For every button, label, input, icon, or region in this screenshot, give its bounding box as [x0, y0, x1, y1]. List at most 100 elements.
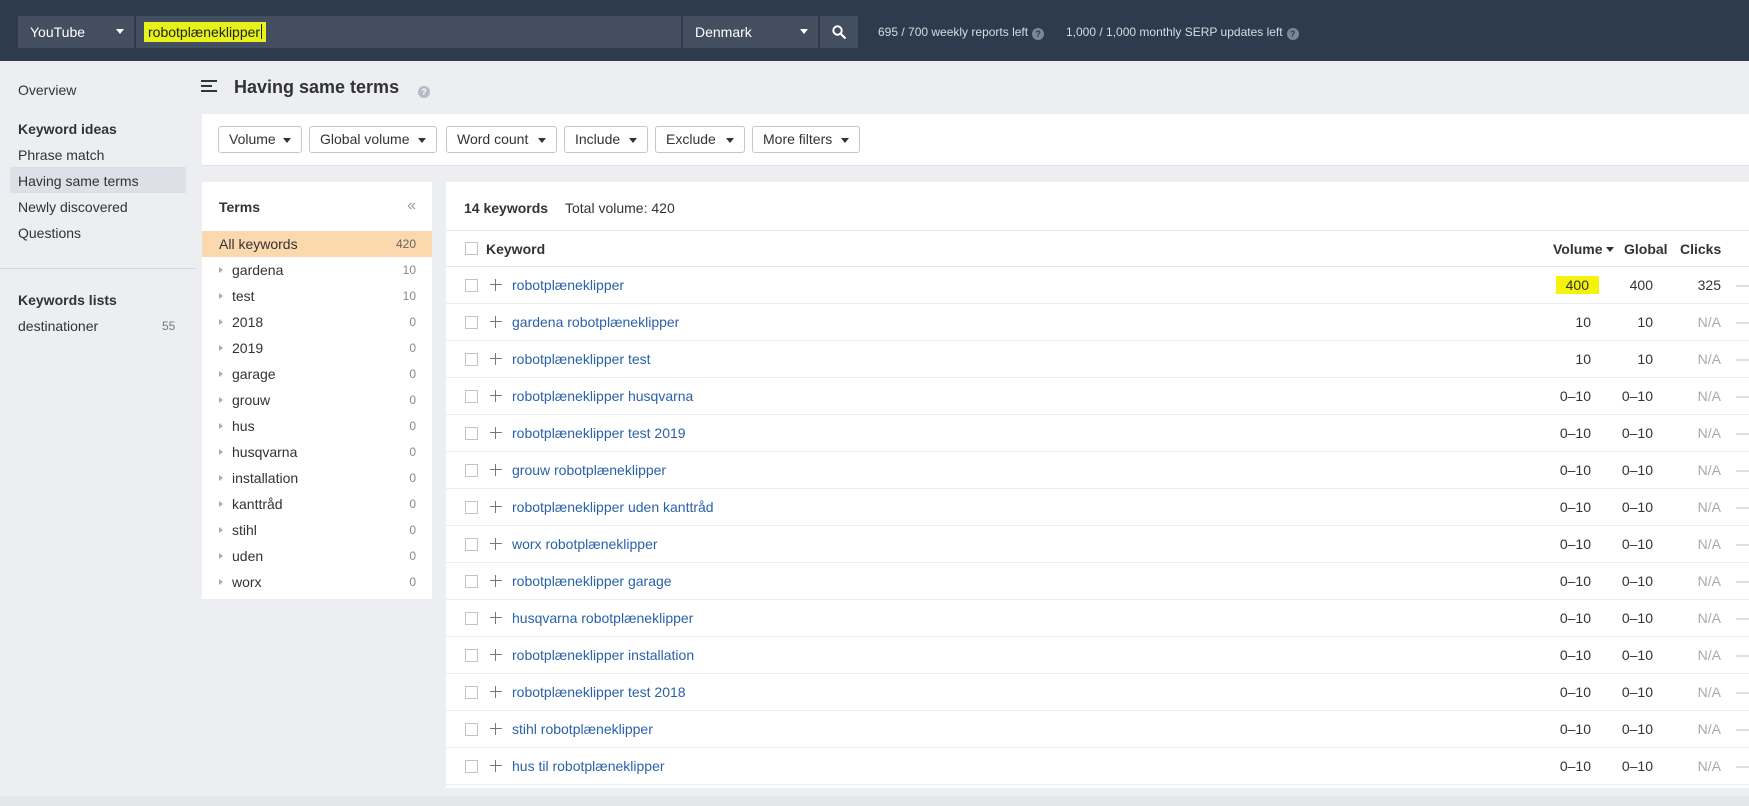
add-to-list-icon[interactable]: [490, 427, 502, 439]
filter-word-count-button[interactable]: Word count: [446, 126, 557, 153]
expand-arrow-icon[interactable]: [219, 293, 223, 299]
keyword-link[interactable]: robotplæneklipper test: [512, 351, 651, 367]
title-help[interactable]: ?: [414, 81, 430, 98]
expand-arrow-icon[interactable]: [219, 319, 223, 325]
term-row[interactable]: 2019 0: [202, 335, 432, 361]
expand-arrow-icon[interactable]: [219, 501, 223, 507]
filter-more-filters-button[interactable]: More filters: [752, 126, 860, 153]
expand-arrow-icon[interactable]: [219, 397, 223, 403]
country-select[interactable]: Denmark: [683, 16, 818, 48]
expand-arrow-icon[interactable]: [219, 553, 223, 559]
add-to-list-icon[interactable]: [490, 760, 502, 772]
expand-arrow-icon[interactable]: [219, 345, 223, 351]
source-select[interactable]: YouTube: [18, 16, 134, 48]
term-count: 0: [409, 315, 416, 329]
nav-list-destinationer[interactable]: destinationer: [18, 317, 98, 335]
term-row[interactable]: kanttråd 0: [202, 491, 432, 517]
row-checkbox[interactable]: [465, 316, 478, 329]
term-row[interactable]: husqvarna 0: [202, 439, 432, 465]
add-to-list-icon[interactable]: [490, 390, 502, 402]
collapse-icon[interactable]: «: [407, 197, 416, 215]
filter-include-button[interactable]: Include: [564, 126, 648, 153]
term-row[interactable]: stihl 0: [202, 517, 432, 543]
row-checkbox[interactable]: [465, 390, 478, 403]
nav-item-having-same-terms[interactable]: Having same terms: [18, 172, 139, 190]
filter-volume-button[interactable]: Volume: [218, 126, 302, 153]
expand-arrow-icon[interactable]: [219, 527, 223, 533]
term-row[interactable]: uden 0: [202, 543, 432, 569]
nav-overview[interactable]: Overview: [18, 81, 76, 99]
keyword-link[interactable]: gardena robotplæneklipper: [512, 314, 679, 330]
add-to-list-icon[interactable]: [490, 279, 502, 291]
row-checkbox[interactable]: [465, 723, 478, 736]
add-to-list-icon[interactable]: [490, 686, 502, 698]
row-overflow-indicator: [1736, 470, 1749, 472]
row-checkbox[interactable]: [465, 427, 478, 440]
row-checkbox[interactable]: [465, 649, 478, 662]
keyword-link[interactable]: robotplæneklipper uden kanttråd: [512, 499, 714, 515]
add-to-list-icon[interactable]: [490, 501, 502, 513]
expand-arrow-icon[interactable]: [219, 423, 223, 429]
help-icon[interactable]: ?: [1032, 28, 1045, 40]
term-row[interactable]: hus 0: [202, 413, 432, 439]
row-checkbox[interactable]: [465, 538, 478, 551]
row-checkbox[interactable]: [465, 575, 478, 588]
add-to-list-icon[interactable]: [490, 538, 502, 550]
term-row[interactable]: installation 0: [202, 465, 432, 491]
nav-item-phrase-match[interactable]: Phrase match: [18, 146, 104, 164]
filter-exclude-button[interactable]: Exclude: [655, 126, 745, 153]
keyword-link[interactable]: robotplæneklipper test 2018: [512, 684, 686, 700]
keyword-link[interactable]: worx robotplæneklipper: [512, 536, 658, 552]
search-input[interactable]: robotplæneklipper: [136, 16, 681, 48]
select-all-checkbox[interactable]: [465, 242, 478, 255]
nav-item-questions[interactable]: Questions: [18, 224, 81, 242]
term-row[interactable]: test 10: [202, 283, 432, 309]
add-to-list-icon[interactable]: [490, 612, 502, 624]
filter-global-volume-button[interactable]: Global volume: [309, 126, 437, 153]
add-to-list-icon[interactable]: [490, 353, 502, 365]
term-label: grouw: [232, 392, 271, 408]
row-checkbox[interactable]: [465, 686, 478, 699]
caret-down-icon: [841, 138, 849, 143]
keyword-link[interactable]: robotplæneklipper garage: [512, 573, 672, 589]
keyword-link[interactable]: robotplæneklipper husqvarna: [512, 388, 693, 404]
term-all-keywords[interactable]: All keywords 420: [202, 231, 432, 257]
expand-arrow-icon[interactable]: [219, 475, 223, 481]
keyword-link[interactable]: husqvarna robotplæneklipper: [512, 610, 693, 626]
term-row[interactable]: grouw 0: [202, 387, 432, 413]
clicks-value: N/A: [1697, 721, 1721, 737]
row-checkbox[interactable]: [465, 464, 478, 477]
expand-arrow-icon[interactable]: [219, 267, 223, 273]
expand-arrow-icon[interactable]: [219, 449, 223, 455]
term-row[interactable]: worx 0: [202, 569, 432, 595]
keyword-link[interactable]: robotplæneklipper installation: [512, 647, 694, 663]
add-to-list-icon[interactable]: [490, 464, 502, 476]
column-clicks[interactable]: Clicks: [1680, 241, 1721, 257]
add-to-list-icon[interactable]: [490, 575, 502, 587]
keyword-link[interactable]: hus til robotplæneklipper: [512, 758, 665, 774]
add-to-list-icon[interactable]: [490, 723, 502, 735]
keyword-link[interactable]: stihl robotplæneklipper: [512, 721, 653, 737]
row-checkbox[interactable]: [465, 501, 478, 514]
row-checkbox[interactable]: [465, 612, 478, 625]
help-icon[interactable]: ?: [1286, 28, 1299, 40]
row-checkbox[interactable]: [465, 760, 478, 773]
column-keyword[interactable]: Keyword: [486, 241, 545, 257]
expand-arrow-icon[interactable]: [219, 579, 223, 585]
expand-arrow-icon[interactable]: [219, 371, 223, 377]
term-row[interactable]: 2018 0: [202, 309, 432, 335]
column-global[interactable]: Global: [1624, 241, 1668, 257]
row-checkbox[interactable]: [465, 353, 478, 366]
keyword-link[interactable]: grouw robotplæneklipper: [512, 462, 666, 478]
search-button[interactable]: [820, 16, 858, 48]
column-volume[interactable]: Volume: [1553, 241, 1614, 257]
add-to-list-icon[interactable]: [490, 316, 502, 328]
nav-item-newly-discovered[interactable]: Newly discovered: [18, 198, 128, 216]
keyword-link[interactable]: robotplæneklipper: [512, 277, 624, 293]
term-row[interactable]: garage 0: [202, 361, 432, 387]
keyword-link[interactable]: robotplæneklipper test 2019: [512, 425, 686, 441]
add-to-list-icon[interactable]: [490, 649, 502, 661]
menu-icon[interactable]: [201, 80, 217, 92]
term-row[interactable]: gardena 10: [202, 257, 432, 283]
row-checkbox[interactable]: [465, 279, 478, 292]
